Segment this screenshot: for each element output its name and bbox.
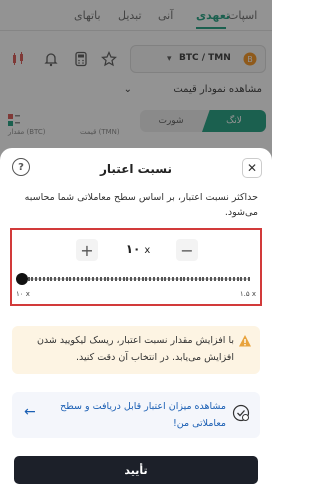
slider-tick: [172, 277, 174, 281]
leverage-unit: x: [144, 245, 151, 256]
leverage-value[interactable]: ۱۰ x: [112, 242, 164, 256]
slider-tick: [206, 277, 208, 281]
slider-tick: [73, 277, 75, 281]
slider-tick: [199, 277, 201, 281]
slider-tick: [145, 277, 147, 281]
slider-tick: [248, 277, 250, 281]
slider-tick: [77, 277, 79, 281]
warning-icon: [239, 335, 251, 347]
slider-tick: [225, 277, 227, 281]
slider-tick: [210, 277, 212, 281]
leverage-slider-track[interactable]: [20, 277, 250, 281]
slider-tick: [31, 277, 33, 281]
credit-info-text: مشاهده میزان اعتبار قابل دریافت و سطح مع…: [60, 401, 226, 429]
slider-tick: [214, 277, 216, 281]
slider-tick: [233, 277, 235, 281]
plus-icon: +: [80, 240, 94, 260]
slider-tick: [221, 277, 223, 281]
slider-tick: [240, 277, 242, 281]
slider-tick: [142, 277, 144, 281]
slider-tick: [50, 277, 52, 281]
slider-tick: [47, 277, 49, 281]
slider-tick: [187, 277, 189, 281]
slider-tick: [153, 277, 155, 281]
leverage-slider-thumb[interactable]: [16, 273, 28, 285]
leverage-sheet: ? نسبت اعتبار ✕ حداکثر نسبت اعتبار، بر ا…: [0, 148, 272, 500]
slider-tick: [195, 277, 197, 281]
close-button[interactable]: ✕: [242, 158, 262, 178]
slider-tick: [69, 277, 71, 281]
slider-tick: [85, 277, 87, 281]
slider-tick: [123, 277, 125, 281]
slider-tick: [39, 277, 41, 281]
minus-icon: −: [180, 240, 194, 260]
slider-tick: [92, 277, 94, 281]
slider-tick: [115, 277, 117, 281]
arrow-left-icon: ←: [24, 404, 36, 420]
slider-max-label: ۱.۵ x: [239, 290, 256, 298]
leverage-control: + ۱۰ x − ۱۰ x ۱.۵ x: [10, 228, 262, 306]
slider-tick: [100, 277, 102, 281]
slider-tick: [149, 277, 151, 281]
slider-tick: [218, 277, 220, 281]
slider-tick: [96, 277, 98, 281]
slider-tick: [62, 277, 64, 281]
slider-tick: [107, 277, 109, 281]
close-icon: ✕: [246, 161, 258, 175]
slider-tick: [138, 277, 140, 281]
slider-tick: [161, 277, 163, 281]
confirm-button[interactable]: تأیید: [14, 456, 258, 484]
credit-level-icon: [232, 404, 250, 422]
slider-tick: [119, 277, 121, 281]
slider-tick: [28, 277, 30, 281]
slider-tick: [104, 277, 106, 281]
slider-tick: [202, 277, 204, 281]
increase-button[interactable]: +: [76, 239, 98, 261]
decrease-button[interactable]: −: [176, 239, 198, 261]
liquidation-warning: با افزایش مقدار نسبت اعتبار، ریسک لیکویی…: [12, 326, 260, 374]
slider-min-label: ۱۰ x: [16, 290, 30, 298]
slider-tick: [81, 277, 83, 281]
slider-tick: [164, 277, 166, 281]
slider-tick: [43, 277, 45, 281]
slider-tick: [54, 277, 56, 281]
sheet-description: حداکثر نسبت اعتبار، بر اساس سطح معاملاتی…: [24, 192, 258, 218]
slider-tick: [237, 277, 239, 281]
slider-tick: [130, 277, 132, 281]
slider-tick: [58, 277, 60, 281]
slider-tick: [168, 277, 170, 281]
slider-tick: [229, 277, 231, 281]
warning-text: با افزایش مقدار نسبت اعتبار، ریسک لیکویی…: [36, 335, 234, 363]
slider-tick: [157, 277, 159, 281]
slider-tick: [134, 277, 136, 281]
slider-tick: [88, 277, 90, 281]
sheet-title: نسبت اعتبار: [99, 162, 173, 176]
slider-tick: [180, 277, 182, 281]
slider-tick: [111, 277, 113, 281]
credit-info-link[interactable]: ← مشاهده میزان اعتبار قابل دریافت و سطح …: [12, 392, 260, 438]
slider-tick: [35, 277, 37, 281]
slider-tick: [126, 277, 128, 281]
slider-tick: [66, 277, 68, 281]
slider-tick: [176, 277, 178, 281]
slider-tick: [244, 277, 246, 281]
slider-tick: [191, 277, 193, 281]
slider-tick: [183, 277, 185, 281]
leverage-number: ۱۰: [125, 242, 141, 256]
